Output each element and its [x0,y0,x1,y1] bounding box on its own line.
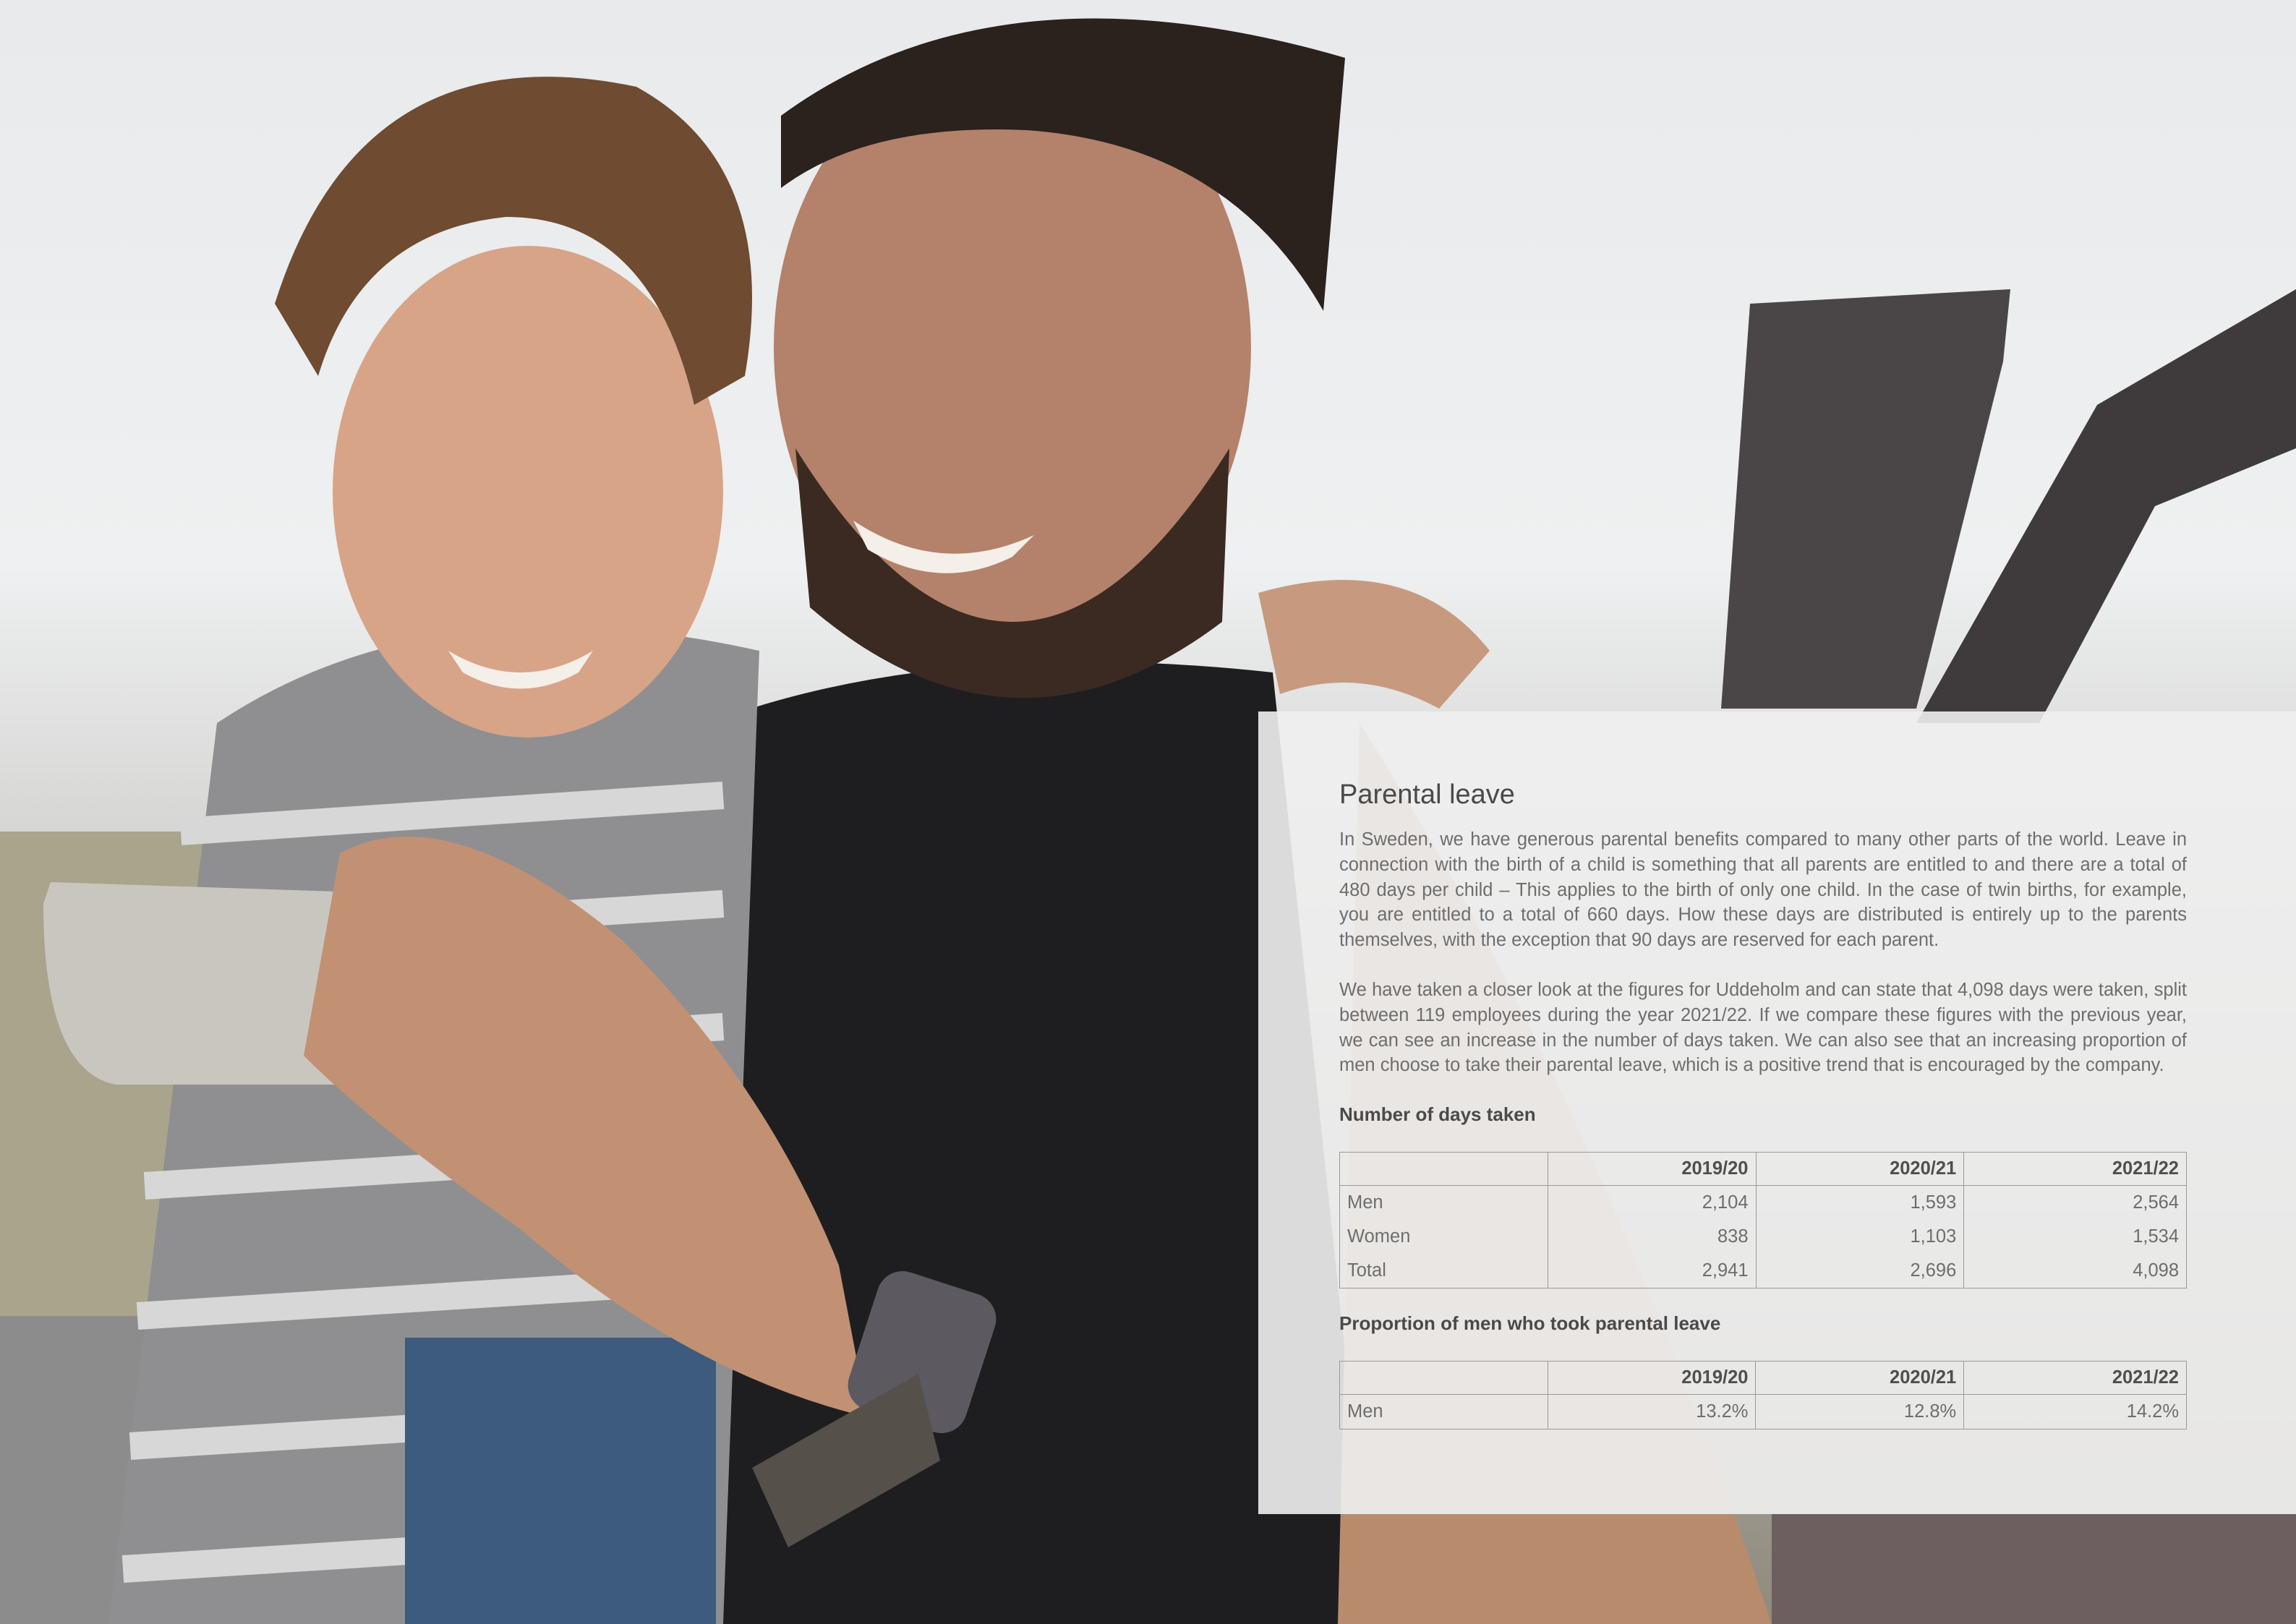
table-cell: 4,098 [1963,1254,2187,1289]
text-panel: Parental leave In Sweden, we have genero… [1258,711,2296,1514]
table-cell: 2,941 [1547,1254,1757,1289]
table-header-cell [1339,1152,1548,1187]
table-header-cell: 2021/22 [1963,1361,2187,1396]
uddeholm-paragraph: We have taken a closer look at the figur… [1339,979,2187,1076]
table-cell: 14.2% [1963,1394,2187,1430]
table-cell: 2,696 [1755,1254,1965,1289]
table-cell: 2,104 [1547,1185,1757,1221]
table-header-cell [1339,1361,1548,1396]
table-header-cell: 2020/21 [1755,1361,1965,1396]
table-cell: 2,564 [1963,1185,2187,1221]
table-cell: 13.2% [1547,1394,1757,1430]
table-header-cell: 2020/21 [1755,1152,1965,1187]
table-row: Men 2,104 1,593 2,564 [1339,1185,2187,1221]
table-row: Women 838 1,103 1,534 [1339,1220,2187,1255]
row-label: Men [1339,1185,1548,1221]
table-cell: 838 [1547,1220,1757,1255]
table-header-cell: 2021/22 [1963,1152,2187,1187]
table-cell: 1,593 [1755,1185,1965,1221]
intro-paragraph: In Sweden, we have generous parental ben… [1339,829,2187,951]
table-cell: 1,103 [1755,1220,1965,1255]
proportion-table: 2019/20 2020/21 2021/22 Men 13.2% 12.8% … [1339,1361,2187,1430]
table-row: Total 2,941 2,696 4,098 [1339,1254,2187,1289]
table-header-cell: 2019/20 [1547,1152,1757,1187]
table-cell: 12.8% [1755,1394,1965,1430]
table-cell: 1,534 [1963,1220,2187,1255]
boy-jeans [405,1338,716,1624]
table-header-row: 2019/20 2020/21 2021/22 [1339,1152,2187,1187]
boy-hand [1258,580,1490,709]
table-row: Men 13.2% 12.8% 14.2% [1339,1394,2187,1430]
proportion-table-heading: Proportion of men who took parental leav… [1339,1312,1721,1335]
days-table-heading: Number of days taken [1339,1103,1536,1126]
row-label: Men [1339,1394,1548,1430]
vehicle-body [1772,1514,2296,1624]
days-table: 2019/20 2020/21 2021/22 Men 2,104 1,593 … [1339,1152,2187,1289]
boy-face [333,246,723,738]
table-header-cell: 2019/20 [1547,1361,1757,1396]
panel-content: Parental leave In Sweden, we have genero… [1339,778,2187,1453]
page-title: Parental leave [1339,779,1515,810]
row-label: Women [1339,1220,1548,1255]
row-label: Total [1339,1254,1548,1289]
table-header-row: 2019/20 2020/21 2021/22 [1339,1361,2187,1396]
